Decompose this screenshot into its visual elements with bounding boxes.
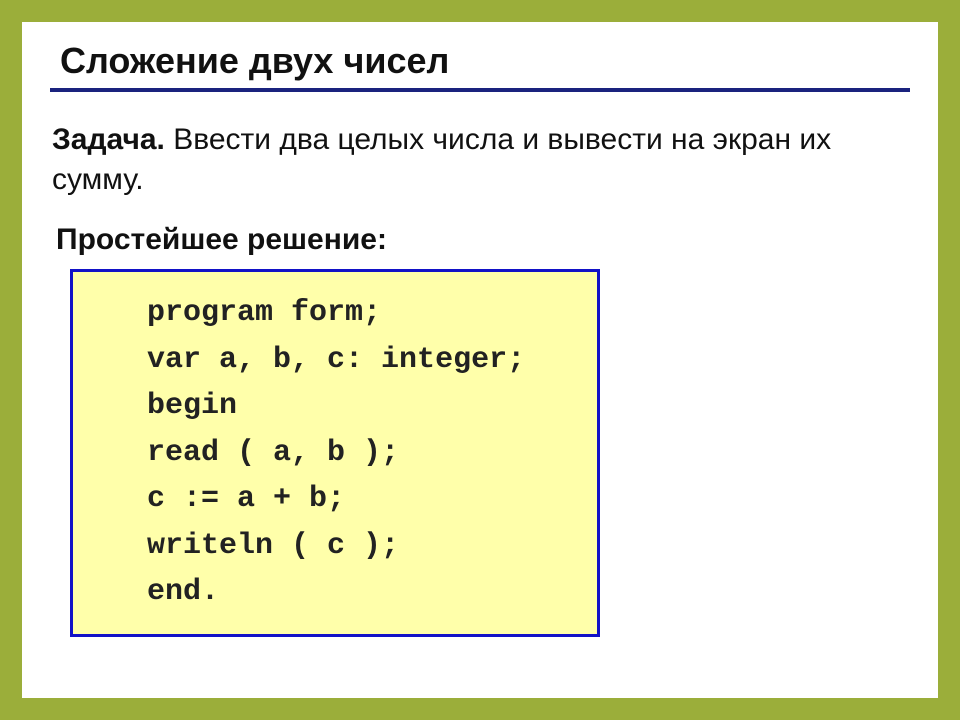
title-container: Сложение двух чисел	[50, 40, 910, 92]
slide-content: Сложение двух чисел Задача. Ввести два ц…	[22, 22, 938, 637]
slide-title: Сложение двух чисел	[50, 40, 910, 82]
code-listing: program form; var a, b, c: integer; begi…	[93, 290, 581, 616]
task-label: Задача.	[52, 123, 165, 156]
slide-frame: Сложение двух чисел Задача. Ввести два ц…	[0, 0, 960, 720]
task-paragraph: Задача. Ввести два целых числа и вывести…	[50, 120, 910, 199]
code-box: program form; var a, b, c: integer; begi…	[70, 269, 600, 637]
solution-heading: Простейшее решение:	[50, 223, 910, 257]
task-text: Ввести два целых числа и вывести на экра…	[52, 123, 831, 196]
